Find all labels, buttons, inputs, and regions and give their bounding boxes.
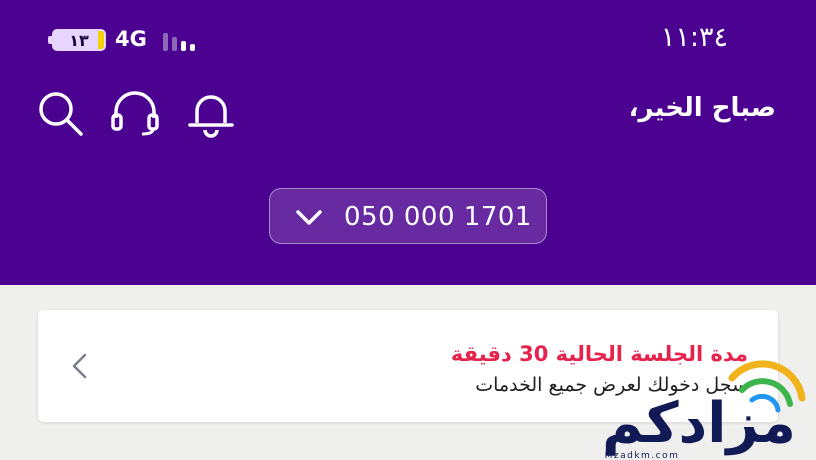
number-selector[interactable]: 050 000 1701 xyxy=(269,188,547,244)
watermark-logo: مزادكم Mzadkm.com xyxy=(602,360,806,460)
status-time: ١١:٣٤ xyxy=(660,22,728,53)
network-type: 4G xyxy=(115,27,147,51)
battery-level: ١٣ xyxy=(69,30,89,50)
top-header: ١٣ 4G ١١:٣٤ صباح الخير، 050 000 1701 xyxy=(0,0,816,285)
greeting-text: صباح الخير، xyxy=(628,93,776,123)
bell-icon xyxy=(188,95,234,138)
signal-strength-icon xyxy=(163,31,201,51)
chevron-left-icon xyxy=(72,353,87,379)
battery-indicator: ١٣ xyxy=(48,29,106,51)
watermark-brand: مزادكم xyxy=(602,391,796,456)
headset-icon xyxy=(111,91,159,136)
notifications-button[interactable] xyxy=(186,88,236,138)
watermark-url: Mzadkm.com xyxy=(605,451,680,460)
search-button[interactable] xyxy=(35,88,85,138)
support-button[interactable] xyxy=(110,88,160,138)
search-icon xyxy=(39,92,83,136)
chevron-down-icon xyxy=(296,210,322,225)
phone-number: 050 000 1701 xyxy=(344,202,532,232)
